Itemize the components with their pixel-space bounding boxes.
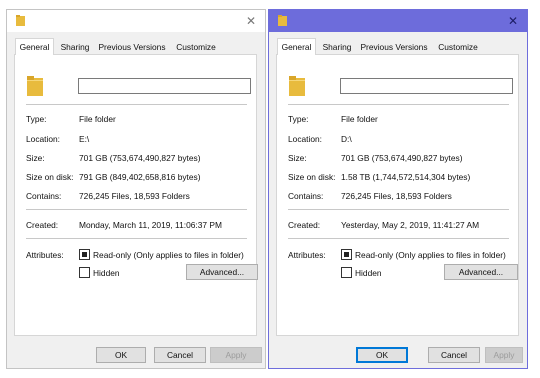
checkbox-empty-icon[interactable]	[341, 267, 352, 278]
tab-customize[interactable]: Customize	[433, 40, 483, 54]
title-bar[interactable]: ✕	[269, 10, 527, 32]
tab-previous-versions[interactable]: Previous Versions	[97, 40, 167, 54]
folder-icon	[278, 15, 287, 28]
tab-customize[interactable]: Customize	[171, 40, 221, 54]
cancel-button[interactable]: Cancel	[154, 347, 206, 363]
type-row: Type: File folder	[26, 113, 250, 125]
apply-button[interactable]: Apply	[485, 347, 523, 363]
location-value: E:\	[79, 134, 90, 144]
location-row: Location: D:\	[288, 133, 512, 145]
created-label: Created:	[26, 220, 59, 230]
ok-button[interactable]: OK	[356, 347, 408, 363]
properties-dialog-e: ✕ General Sharing Previous Versions Cust…	[6, 9, 266, 369]
size-on-disk-label: Size on disk:	[26, 172, 74, 182]
size-on-disk-row: Size on disk: 1.58 TB (1,744,572,514,304…	[288, 171, 512, 183]
folder-name-input[interactable]	[340, 78, 513, 94]
checkbox-empty-icon[interactable]	[79, 267, 90, 278]
hidden-label: Hidden	[93, 268, 120, 278]
advanced-button[interactable]: Advanced...	[444, 264, 518, 280]
created-row: Created: Yesterday, May 2, 2019, 11:41:2…	[288, 219, 512, 231]
divider	[26, 238, 247, 239]
folder-name-input[interactable]	[78, 78, 251, 94]
created-value: Yesterday, May 2, 2019, 11:41:27 AM	[341, 220, 480, 230]
general-tab-panel: Type: File folder Location: E:\ Size: 70…	[14, 54, 258, 336]
size-value: 701 GB (753,674,490,827 bytes)	[79, 153, 201, 163]
advanced-button[interactable]: Advanced...	[186, 264, 258, 280]
contains-row: Contains: 726,245 Files, 18,593 Folders	[26, 190, 250, 202]
type-value: File folder	[79, 114, 116, 124]
contains-label: Contains:	[288, 191, 324, 201]
type-label: Type:	[26, 114, 47, 124]
close-icon[interactable]: ✕	[505, 13, 521, 29]
folder-icon	[27, 76, 43, 98]
location-row: Location: E:\	[26, 133, 250, 145]
tab-sharing[interactable]: Sharing	[58, 40, 92, 54]
tab-general[interactable]: General	[277, 38, 316, 55]
hidden-label: Hidden	[355, 268, 382, 278]
attributes-label: Attributes:	[26, 250, 64, 260]
ok-button[interactable]: OK	[96, 347, 146, 363]
size-value: 701 GB (753,674,490,827 bytes)	[341, 153, 463, 163]
properties-dialog-d: ✕ General Sharing Previous Versions Cust…	[268, 9, 528, 369]
readonly-checkbox[interactable]: Read-only (Only applies to files in fold…	[79, 249, 244, 261]
size-label: Size:	[26, 153, 45, 163]
checkbox-indeterminate-icon[interactable]	[341, 249, 352, 260]
contains-row: Contains: 726,245 Files, 18,593 Folders	[288, 190, 512, 202]
readonly-label: Read-only (Only applies to files in fold…	[93, 250, 244, 260]
type-label: Type:	[288, 114, 309, 124]
location-value: D:\	[341, 134, 352, 144]
tab-sharing[interactable]: Sharing	[320, 40, 354, 54]
divider	[26, 209, 247, 210]
attributes-label: Attributes:	[288, 250, 326, 260]
created-value: Monday, March 11, 2019, 11:06:37 PM	[79, 220, 222, 230]
readonly-checkbox[interactable]: Read-only (Only applies to files in fold…	[341, 249, 506, 261]
size-on-disk-row: Size on disk: 791 GB (849,402,658,816 by…	[26, 171, 250, 183]
readonly-label: Read-only (Only applies to files in fold…	[355, 250, 506, 260]
close-icon[interactable]: ✕	[243, 13, 259, 29]
hidden-checkbox[interactable]: Hidden	[341, 267, 382, 279]
type-row: Type: File folder	[288, 113, 512, 125]
divider	[26, 104, 247, 105]
created-row: Created: Monday, March 11, 2019, 11:06:3…	[26, 219, 250, 231]
checkbox-indeterminate-icon[interactable]	[79, 249, 90, 260]
divider	[288, 104, 509, 105]
folder-icon	[16, 15, 25, 28]
folder-icon	[289, 76, 305, 98]
created-label: Created:	[288, 220, 321, 230]
size-row: Size: 701 GB (753,674,490,827 bytes)	[288, 152, 512, 164]
divider	[288, 209, 509, 210]
size-on-disk-label: Size on disk:	[288, 172, 336, 182]
contains-value: 726,245 Files, 18,593 Folders	[341, 191, 452, 201]
cancel-button[interactable]: Cancel	[428, 347, 480, 363]
title-bar[interactable]: ✕	[7, 10, 265, 32]
apply-button[interactable]: Apply	[210, 347, 262, 363]
tab-general[interactable]: General	[15, 38, 54, 55]
contains-label: Contains:	[26, 191, 62, 201]
location-label: Location:	[26, 134, 60, 144]
size-label: Size:	[288, 153, 307, 163]
location-label: Location:	[288, 134, 322, 144]
type-value: File folder	[341, 114, 378, 124]
hidden-checkbox[interactable]: Hidden	[79, 267, 120, 279]
tab-previous-versions[interactable]: Previous Versions	[359, 40, 429, 54]
size-on-disk-value: 791 GB (849,402,658,816 bytes)	[79, 172, 201, 182]
general-tab-panel: Type: File folder Location: D:\ Size: 70…	[276, 54, 519, 336]
size-on-disk-value: 1.58 TB (1,744,572,514,304 bytes)	[341, 172, 471, 182]
divider	[288, 238, 509, 239]
size-row: Size: 701 GB (753,674,490,827 bytes)	[26, 152, 250, 164]
contains-value: 726,245 Files, 18,593 Folders	[79, 191, 190, 201]
